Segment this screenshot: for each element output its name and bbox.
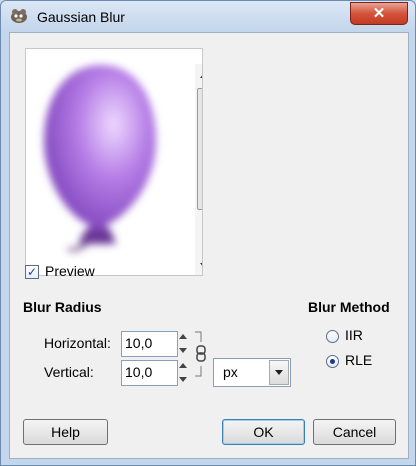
dialog-content: ✓ Preview Blur Radius Horizontal: 10,0 V… bbox=[9, 32, 409, 459]
preview-label: Preview bbox=[45, 263, 95, 279]
blur-radius-title: Blur Radius bbox=[23, 299, 102, 315]
cancel-button[interactable]: Cancel bbox=[313, 419, 396, 445]
ok-button-label: OK bbox=[253, 424, 274, 440]
close-button[interactable]: ✕ bbox=[350, 2, 408, 25]
vertical-value: 10,0 bbox=[125, 364, 153, 380]
horizontal-spin-arrows[interactable] bbox=[177, 331, 189, 357]
scrollbar-thumb[interactable] bbox=[197, 88, 203, 210]
unit-value: px bbox=[223, 364, 238, 380]
scroll-down-arrow-icon[interactable] bbox=[200, 263, 202, 268]
preview-area[interactable] bbox=[25, 48, 203, 276]
cancel-button-label: Cancel bbox=[332, 424, 377, 440]
spin-down-icon[interactable] bbox=[179, 377, 187, 382]
preview-checkbox[interactable]: ✓ bbox=[25, 265, 39, 279]
vertical-spin-arrows[interactable] bbox=[177, 360, 189, 386]
help-button-label: Help bbox=[51, 424, 80, 440]
help-button[interactable]: Help bbox=[23, 419, 108, 445]
blur-method-title: Blur Method bbox=[308, 299, 390, 315]
radio-rle-label: RLE bbox=[345, 352, 373, 368]
unit-select[interactable]: px bbox=[213, 358, 291, 387]
chevron-down-icon[interactable] bbox=[269, 360, 289, 385]
vertical-label: Vertical: bbox=[44, 364, 94, 380]
scroll-up-arrow-icon[interactable] bbox=[200, 73, 202, 78]
title-bar[interactable]: Gaussian Blur ✕ bbox=[1, 1, 415, 33]
close-icon: ✕ bbox=[372, 5, 386, 22]
vertical-spinbox[interactable]: 10,0 bbox=[121, 360, 178, 386]
dialog-window: Gaussian Blur ✕ ✓ Preview Blur Radius Ho… bbox=[0, 0, 416, 466]
window-title: Gaussian Blur bbox=[37, 9, 125, 25]
spin-up-icon[interactable] bbox=[179, 334, 187, 339]
radio-rle[interactable] bbox=[326, 355, 339, 368]
horizontal-spinbox[interactable]: 10,0 bbox=[121, 331, 178, 357]
spin-down-icon[interactable] bbox=[179, 348, 187, 353]
horizontal-value: 10,0 bbox=[125, 335, 153, 351]
ok-button[interactable]: OK bbox=[222, 419, 305, 445]
grip-icon bbox=[202, 141, 203, 152]
horizontal-label: Horizontal: bbox=[44, 335, 111, 351]
spin-up-icon[interactable] bbox=[179, 363, 187, 368]
chain-link-icon[interactable] bbox=[194, 330, 208, 378]
preview-scrollbar[interactable] bbox=[195, 64, 203, 275]
check-mark-icon: ✓ bbox=[26, 265, 38, 279]
balloon-preview-image bbox=[44, 65, 156, 252]
radio-iir-label: IIR bbox=[345, 327, 363, 343]
radio-iir[interactable] bbox=[326, 330, 339, 343]
gimp-icon bbox=[11, 9, 27, 23]
